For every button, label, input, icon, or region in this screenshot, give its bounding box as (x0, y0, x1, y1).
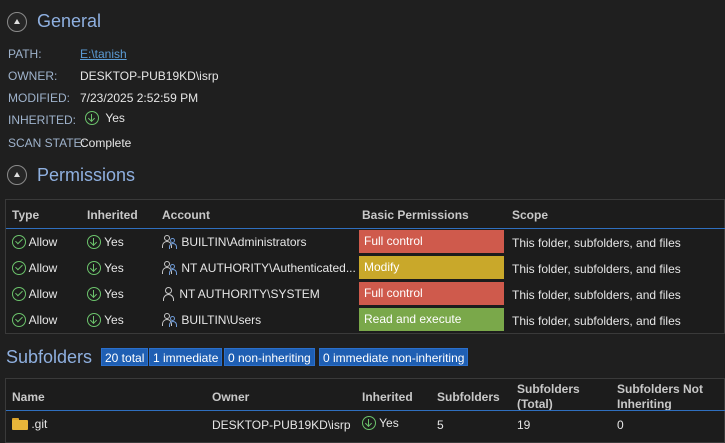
perm-inherited-text: Yes (104, 235, 124, 249)
subfolder-row-1-not-inheriting: 0 (617, 418, 624, 432)
col-name[interactable]: Name (12, 390, 45, 404)
general-section-title: General (37, 11, 102, 31)
col-subfolders-total-line1: Subfolders (517, 382, 580, 396)
subfolder-inherited-text: Yes (379, 416, 399, 430)
inherited-value: Yes (85, 111, 125, 125)
modified-label: MODIFIED: (8, 91, 70, 105)
inherited-arrow-icon (87, 313, 101, 327)
perm-account-text: BUILTIN\Administrators (181, 235, 307, 249)
allow-check-icon (12, 235, 26, 249)
subfolder-row-1-owner: DESKTOP-PUB19KD\isrp (212, 418, 351, 432)
perm-row-3-permission: Full control (359, 282, 504, 305)
col-type[interactable]: Type (12, 208, 39, 222)
inherited-arrow-icon (85, 111, 99, 125)
perm-account-text: NT AUTHORITY\Authenticated... (181, 261, 356, 275)
subfolder-row-1-inherited: Yes (362, 416, 399, 430)
perm-row-3-account[interactable]: NT AUTHORITY\SYSTEM (162, 287, 320, 301)
inherited-arrow-icon (87, 261, 101, 275)
perm-row-2-type[interactable]: Allow (12, 261, 57, 275)
subfolder-row-1-name[interactable]: .git (12, 417, 47, 431)
col-not-inheriting-line1: Subfolders Not (617, 382, 703, 396)
allow-check-icon (12, 287, 26, 301)
col-subfolders[interactable]: Subfolders (437, 390, 500, 404)
path-link[interactable]: E:\tanish (80, 47, 127, 61)
badge-total: 20 total (101, 348, 149, 366)
perm-row-4-type[interactable]: Allow (12, 313, 57, 327)
subfolder-name-text: .git (31, 417, 48, 431)
user-icon (162, 287, 176, 301)
perm-type-text: Allow (28, 261, 58, 275)
perm-inherited-text: Yes (104, 313, 124, 327)
scan-state-label: SCAN STATE: (8, 136, 85, 150)
perm-inherited-text: Yes (104, 261, 124, 275)
inherited-value-text: Yes (105, 111, 125, 125)
perm-type-text: Allow (28, 313, 58, 327)
perm-row-3-scope: This folder, subfolders, and files (512, 288, 681, 302)
perm-row-4-permission: Read and execute (359, 308, 504, 331)
col-subfolders-total[interactable]: Subfolders (Total) (517, 382, 580, 412)
allow-check-icon (12, 313, 26, 327)
perm-row-3-inherited: Yes (87, 287, 124, 301)
group-icon (162, 261, 178, 275)
perm-inherited-text: Yes (104, 287, 124, 301)
owner-value: DESKTOP-PUB19KD\isrp (80, 69, 219, 83)
perm-row-1-type[interactable]: Allow (12, 235, 57, 249)
scan-state-value: Complete (80, 136, 132, 150)
perm-row-4-inherited: Yes (87, 313, 124, 327)
perm-row-1-account[interactable]: BUILTIN\Administrators (162, 235, 306, 249)
perm-type-text: Allow (28, 287, 58, 301)
perm-type-text: Allow (28, 235, 58, 249)
permissions-section-title: Permissions (37, 165, 136, 185)
perm-row-2-scope: This folder, subfolders, and files (512, 262, 681, 276)
inherited-arrow-icon (87, 287, 101, 301)
col-account[interactable]: Account (162, 208, 210, 222)
col-owner[interactable]: Owner (212, 390, 249, 404)
allow-check-icon (12, 261, 26, 275)
inherited-arrow-icon (87, 235, 101, 249)
perm-account-text: BUILTIN\Users (181, 313, 262, 327)
perm-row-1-scope: This folder, subfolders, and files (512, 236, 681, 250)
col-scope[interactable]: Scope (512, 208, 548, 222)
perm-row-4-account[interactable]: BUILTIN\Users (162, 313, 261, 327)
subfolders-section-title: Subfolders (6, 347, 93, 367)
group-icon (162, 235, 178, 249)
perm-row-2-permission: Modify (359, 256, 504, 279)
path-label: PATH: (8, 47, 42, 61)
modified-value: 7/23/2025 2:52:59 PM (80, 91, 199, 105)
subfolders-header-divider (6, 410, 725, 411)
col-basic-permissions[interactable]: Basic Permissions (362, 208, 469, 222)
perm-row-2-account[interactable]: NT AUTHORITY\Authenticated... (162, 261, 356, 275)
owner-label: OWNER: (8, 69, 58, 83)
col-subfolders-not-inheriting[interactable]: Subfolders Not Inheriting (617, 382, 703, 412)
perm-row-2-inherited: Yes (87, 261, 124, 275)
group-icon (162, 313, 178, 327)
perm-row-3-type[interactable]: Allow (12, 287, 57, 301)
subfolder-row-1-subfolders: 5 (437, 418, 444, 432)
collapse-general-button[interactable] (7, 12, 27, 32)
perm-row-4-scope: This folder, subfolders, and files (512, 314, 681, 328)
badge-immediate: 1 immediate (149, 348, 223, 366)
subfolder-row-1-subfolders-total: 19 (517, 418, 531, 432)
folder-icon (12, 418, 28, 430)
perm-row-1-inherited: Yes (87, 235, 124, 249)
col-inherited[interactable]: Inherited (87, 208, 138, 222)
col-inherited[interactable]: Inherited (362, 390, 413, 404)
badge-non-inheriting: 0 non-inheriting (224, 348, 315, 366)
collapse-permissions-button[interactable] (7, 165, 27, 185)
inherited-label: INHERITED: (8, 113, 77, 127)
inherited-arrow-icon (362, 416, 376, 430)
badge-immediate-non-inheriting: 0 immediate non-inheriting (319, 348, 469, 366)
perm-row-1-permission: Full control (359, 230, 504, 253)
perm-account-text: NT AUTHORITY\SYSTEM (179, 287, 320, 301)
permissions-header-divider (6, 228, 725, 229)
